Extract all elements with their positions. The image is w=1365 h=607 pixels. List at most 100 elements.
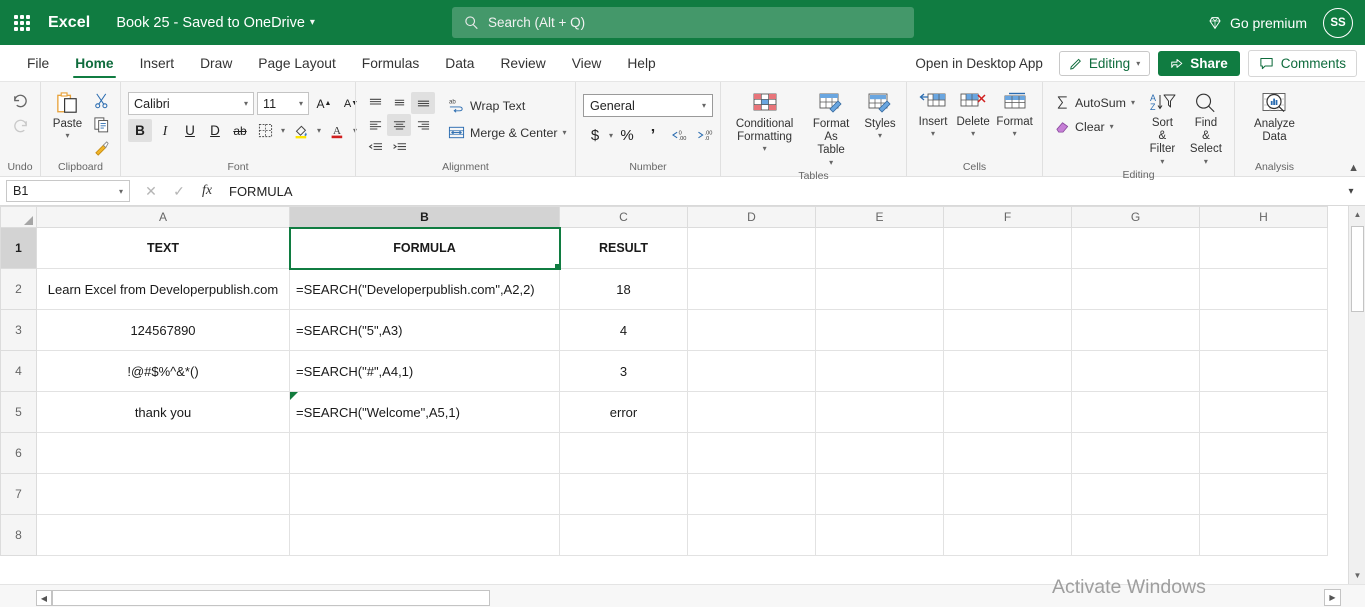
italic-button[interactable]: I (153, 119, 177, 142)
cell-d2[interactable] (687, 268, 816, 310)
tab-insert[interactable]: Insert (127, 45, 188, 81)
align-center-button[interactable] (387, 114, 411, 136)
align-right-button[interactable] (411, 114, 435, 136)
tab-page-layout[interactable]: Page Layout (245, 45, 348, 81)
font-family-select[interactable]: Calibri ▾ (128, 92, 254, 115)
cell-e1[interactable] (815, 227, 944, 269)
cell-e4[interactable] (815, 350, 944, 392)
tab-help[interactable]: Help (614, 45, 668, 81)
search-input[interactable]: Search (Alt + Q) (452, 7, 914, 38)
autosum-button[interactable]: AutoSum ▾ (1050, 92, 1140, 113)
cell-h1[interactable] (1199, 227, 1328, 269)
cell-g7[interactable] (1071, 473, 1200, 515)
cell-b3[interactable]: =SEARCH("5",A3) (289, 309, 560, 351)
document-title[interactable]: Book 25 - Saved to OneDrive ▾ (116, 15, 315, 31)
cell-b8[interactable] (289, 514, 560, 556)
cut-button[interactable] (89, 89, 113, 112)
enter-formula-button[interactable]: ✓ (166, 180, 192, 202)
align-middle-button[interactable] (387, 92, 411, 114)
collapse-ribbon-button[interactable]: ▲ (1348, 162, 1359, 174)
cell-g8[interactable] (1071, 514, 1200, 556)
cell-d1[interactable] (687, 227, 816, 269)
cell-b7[interactable] (289, 473, 560, 515)
increase-decimal-button[interactable]: .00.0 (693, 124, 717, 147)
find-select-button[interactable]: Find & Select ▾ (1185, 89, 1227, 169)
cell-g2[interactable] (1071, 268, 1200, 310)
cell-c6[interactable] (559, 432, 688, 474)
horizontal-scroll-thumb[interactable] (52, 590, 490, 606)
open-in-desktop-app-button[interactable]: Open in Desktop App (907, 56, 1051, 71)
cell-f4[interactable] (943, 350, 1072, 392)
cell-c3[interactable]: 4 (559, 309, 688, 351)
cell-d6[interactable] (687, 432, 816, 474)
cell-b5[interactable]: =SEARCH("Welcome",A5,1) (289, 391, 560, 433)
column-header-g[interactable]: G (1071, 206, 1200, 228)
decrease-indent-button[interactable] (363, 136, 387, 158)
cell-h4[interactable] (1199, 350, 1328, 392)
app-launcher-icon[interactable] (0, 14, 44, 31)
redo-button[interactable] (8, 115, 32, 138)
cell-d7[interactable] (687, 473, 816, 515)
increase-indent-button[interactable] (387, 136, 411, 158)
cell-g3[interactable] (1071, 309, 1200, 351)
cell-a3[interactable]: 124567890 (36, 309, 290, 351)
cell-d4[interactable] (687, 350, 816, 392)
expand-formula-bar-button[interactable]: ▾ (1340, 186, 1362, 197)
cell-a7[interactable] (36, 473, 290, 515)
row-header-3[interactable]: 3 (0, 309, 37, 351)
cell-a1[interactable]: TEXT (36, 227, 290, 269)
paste-button[interactable]: Paste ▾ (48, 88, 87, 143)
vertical-scroll-thumb[interactable] (1351, 226, 1364, 312)
fill-color-chevron-icon[interactable]: ▾ (314, 126, 324, 135)
borders-chevron-icon[interactable]: ▾ (278, 126, 288, 135)
copy-button[interactable] (89, 113, 113, 136)
cell-f3[interactable] (943, 309, 1072, 351)
row-header-5[interactable]: 5 (0, 391, 37, 433)
row-header-7[interactable]: 7 (0, 473, 37, 515)
cell-g4[interactable] (1071, 350, 1200, 392)
insert-function-button[interactable]: fx (194, 180, 220, 202)
cell-f5[interactable] (943, 391, 1072, 433)
double-underline-button[interactable]: D (203, 119, 227, 142)
tab-view[interactable]: View (559, 45, 615, 81)
bold-button[interactable]: B (128, 119, 152, 142)
tab-file[interactable]: File (14, 45, 62, 81)
column-header-a[interactable]: A (36, 206, 290, 228)
cell-c2[interactable]: 18 (559, 268, 688, 310)
column-header-d[interactable]: D (687, 206, 816, 228)
cell-f6[interactable] (943, 432, 1072, 474)
cell-a8[interactable] (36, 514, 290, 556)
cell-d8[interactable] (687, 514, 816, 556)
format-cells-button[interactable]: Format ▾ (994, 89, 1035, 141)
format-painter-button[interactable] (89, 137, 113, 160)
currency-format-button[interactable]: $ (583, 124, 607, 147)
horizontal-scrollbar[interactable]: ◀ ▶ (0, 584, 1365, 607)
font-size-select[interactable]: 11 ▾ (257, 92, 309, 115)
cell-e6[interactable] (815, 432, 944, 474)
cancel-formula-button[interactable]: ✕ (138, 180, 164, 202)
cell-b2[interactable]: =SEARCH("Developerpublish.com",A2,2) (289, 268, 560, 310)
cell-a6[interactable] (36, 432, 290, 474)
delete-cells-button[interactable]: Delete ▾ (954, 89, 992, 141)
vertical-scrollbar[interactable]: ▲ ▼ (1348, 206, 1365, 584)
insert-cells-button[interactable]: Insert ▾ (914, 89, 952, 141)
comments-button[interactable]: Comments (1247, 49, 1357, 77)
column-header-f[interactable]: F (943, 206, 1072, 228)
merge-center-button[interactable]: Merge & Center ▾ (443, 121, 571, 144)
comma-format-button[interactable]: ’ (641, 124, 665, 147)
cell-h6[interactable] (1199, 432, 1328, 474)
cell-c8[interactable] (559, 514, 688, 556)
editing-mode-button[interactable]: Editing ▾ (1058, 50, 1151, 76)
scroll-up-button[interactable]: ▲ (1349, 206, 1365, 223)
cell-a2[interactable]: Learn Excel from Developerpublish.com (36, 268, 290, 310)
cell-d5[interactable] (687, 391, 816, 433)
cell-a5[interactable]: thank you (36, 391, 290, 433)
undo-button[interactable] (8, 90, 32, 113)
cell-d3[interactable] (687, 309, 816, 351)
cell-h7[interactable] (1199, 473, 1328, 515)
column-header-h[interactable]: H (1199, 206, 1328, 228)
align-top-button[interactable] (363, 92, 387, 114)
cell-e3[interactable] (815, 309, 944, 351)
cell-b4[interactable]: =SEARCH("#",A4,1) (289, 350, 560, 392)
row-header-6[interactable]: 6 (0, 432, 37, 474)
